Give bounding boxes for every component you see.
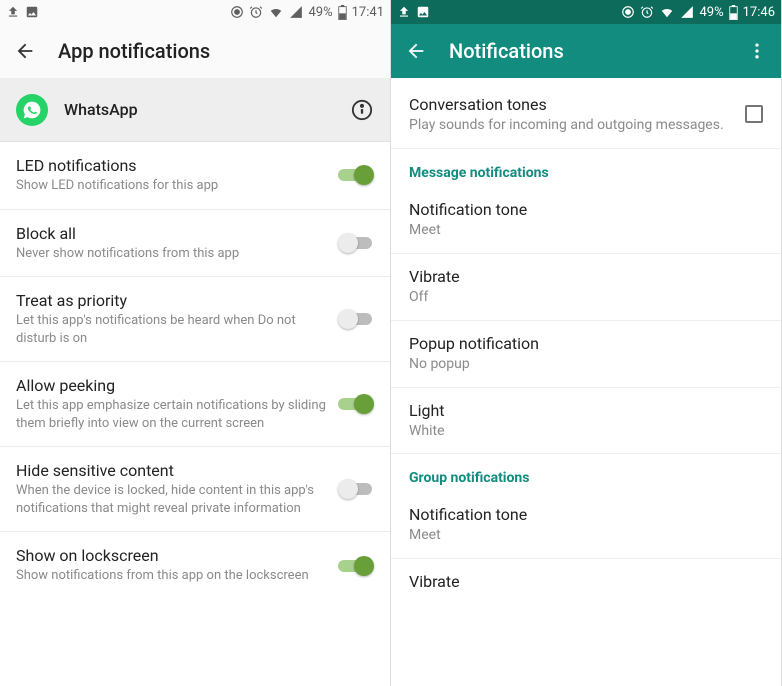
wifi-icon: [268, 5, 284, 19]
alarm-icon: [249, 5, 263, 19]
setting-title: Light: [409, 401, 763, 420]
setting-light[interactable]: Light White: [391, 388, 781, 455]
setting-vibrate[interactable]: Vibrate Off: [391, 254, 781, 321]
setting-subtitle: Meet: [409, 526, 763, 545]
setting-subtitle: Play sounds for incoming and outgoing me…: [409, 116, 733, 135]
setting-subtitle: Let this app emphasize certain notificat…: [16, 397, 326, 432]
setting-title: Treat as priority: [16, 291, 326, 310]
settings-list: LED notifications Show LED notifications…: [0, 142, 390, 686]
signal-icon: [289, 5, 303, 19]
page-title: Notifications: [449, 39, 564, 63]
setting-title: Notification tone: [409, 505, 763, 524]
setting-show-on-lockscreen[interactable]: Show on lockscreen Show notifications fr…: [0, 532, 390, 599]
screen-whatsapp-notifications: 49% 17:46 Notifications Conversation ton…: [391, 0, 782, 686]
setting-title: Allow peeking: [16, 376, 326, 395]
checkbox[interactable]: [745, 105, 763, 123]
app-name: WhatsApp: [64, 100, 334, 119]
setting-title: Conversation tones: [409, 95, 733, 114]
toggle-switch[interactable]: [338, 556, 374, 576]
toggle-switch[interactable]: [338, 233, 374, 253]
info-icon: [351, 99, 373, 121]
setting-notification-tone[interactable]: Notification tone Meet: [391, 187, 781, 254]
setting-subtitle: Meet: [409, 221, 763, 240]
setting-title: Hide sensitive content: [16, 461, 326, 480]
back-icon[interactable]: [14, 40, 36, 62]
setting-popup-notification[interactable]: Popup notification No popup: [391, 321, 781, 388]
setting-treat-as-priority[interactable]: Treat as priority Let this app's notific…: [0, 277, 390, 362]
toggle-switch[interactable]: [338, 165, 374, 185]
image-icon: [25, 5, 39, 19]
setting-group-notification-tone[interactable]: Notification tone Meet: [391, 492, 781, 559]
toggle-switch[interactable]: [338, 309, 374, 329]
setting-title: Vibrate: [409, 572, 763, 591]
setting-title: Block all: [16, 224, 326, 243]
circle-icon: [230, 5, 244, 19]
toolbar: App notifications: [0, 24, 390, 78]
upload-icon: [6, 5, 20, 19]
setting-subtitle: Off: [409, 288, 763, 307]
section-message-notifications: Message notifications: [391, 149, 781, 187]
status-bar: 49% 17:41: [0, 0, 390, 24]
notifications-content: Conversation tones Play sounds for incom…: [391, 78, 781, 686]
alarm-icon: [640, 5, 654, 19]
image-icon: [416, 5, 430, 19]
setting-block-all[interactable]: Block all Never show notifications from …: [0, 210, 390, 278]
more-icon[interactable]: [747, 41, 767, 61]
screen-app-notifications: 49% 17:41 App notifications WhatsApp LED…: [0, 0, 391, 686]
setting-subtitle: Show LED notifications for this app: [16, 177, 326, 195]
circle-icon: [621, 5, 635, 19]
battery-icon: [338, 5, 347, 20]
back-icon[interactable]: [405, 40, 427, 62]
page-title: App notifications: [58, 39, 210, 63]
toggle-switch[interactable]: [338, 479, 374, 499]
setting-title: Popup notification: [409, 334, 763, 353]
clock-time: 17:41: [352, 5, 384, 20]
setting-subtitle: Let this app's notifications be heard wh…: [16, 312, 326, 347]
section-group-notifications: Group notifications: [391, 454, 781, 492]
wifi-icon: [659, 5, 675, 19]
battery-percent: 49%: [699, 5, 723, 20]
setting-title: Show on lockscreen: [16, 546, 326, 565]
setting-title: Notification tone: [409, 200, 763, 219]
setting-allow-peeking[interactable]: Allow peeking Let this app emphasize cer…: [0, 362, 390, 447]
clock-time: 17:46: [743, 5, 775, 20]
status-bar: 49% 17:46: [391, 0, 781, 24]
setting-subtitle: When the device is locked, hide content …: [16, 482, 326, 517]
setting-subtitle: No popup: [409, 355, 763, 374]
whatsapp-icon: [16, 94, 48, 126]
setting-subtitle: White: [409, 422, 763, 441]
app-header: WhatsApp: [0, 78, 390, 142]
setting-hide-sensitive-content[interactable]: Hide sensitive content When the device i…: [0, 447, 390, 532]
toggle-switch[interactable]: [338, 394, 374, 414]
battery-percent: 49%: [308, 5, 332, 20]
setting-group-vibrate[interactable]: Vibrate: [391, 559, 781, 593]
upload-icon: [397, 5, 411, 19]
setting-subtitle: Show notifications from this app on the …: [16, 567, 326, 585]
toolbar: Notifications: [391, 24, 781, 78]
info-button[interactable]: [350, 98, 374, 122]
setting-title: LED notifications: [16, 156, 326, 175]
setting-led-notifications[interactable]: LED notifications Show LED notifications…: [0, 142, 390, 210]
setting-subtitle: Never show notifications from this app: [16, 245, 326, 263]
setting-title: Vibrate: [409, 267, 763, 286]
signal-icon: [680, 5, 694, 19]
setting-conversation-tones[interactable]: Conversation tones Play sounds for incom…: [391, 82, 781, 149]
battery-icon: [729, 5, 738, 20]
